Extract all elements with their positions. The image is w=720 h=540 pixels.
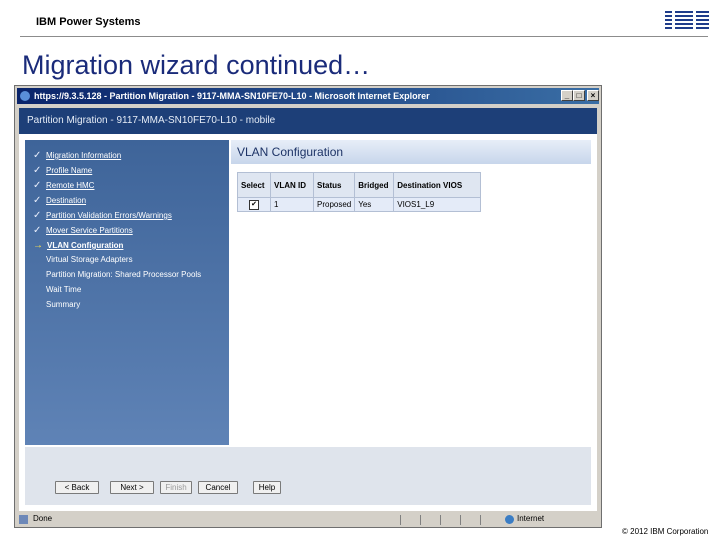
- current-step-arrow-icon: →: [33, 240, 43, 251]
- content-title-bar: VLAN Configuration: [231, 140, 591, 164]
- sidebar-step: → VLAN Configuration: [33, 240, 229, 254]
- sidebar-step-label: Migration Information: [46, 151, 122, 160]
- sidebar-step-label: Mover Service Partitions: [46, 226, 133, 235]
- sidebar-step-label: Virtual Storage Adapters: [46, 255, 133, 264]
- header-rule: [20, 36, 708, 37]
- sidebar-step[interactable]: ✓ Destination: [33, 195, 229, 209]
- slide-title: Migration wizard continued…: [22, 50, 371, 80]
- status-divider: [480, 515, 481, 525]
- content-title: VLAN Configuration: [237, 145, 344, 159]
- select-checkbox[interactable]: ✔: [249, 200, 259, 210]
- finish-button[interactable]: Finish: [160, 481, 192, 494]
- minimize-button[interactable]: _: [561, 90, 573, 101]
- sidebar-step[interactable]: ✓ Partition Validation Errors/Warnings: [33, 210, 229, 224]
- sidebar-step: Wait Time: [33, 285, 229, 299]
- sidebar-step: Summary: [33, 300, 229, 314]
- status-divider: [460, 515, 461, 525]
- sidebar-step[interactable]: ✓ Migration Information: [33, 150, 229, 164]
- slide-brand: IBM Power Systems: [36, 16, 141, 28]
- wizard-button-bar: < Back Next > Finish Cancel Help: [25, 447, 591, 505]
- close-button[interactable]: ×: [587, 90, 599, 101]
- ibm-logo-icon: [665, 10, 709, 30]
- internet-zone-icon: [505, 515, 514, 524]
- column-header-vlan-id[interactable]: VLAN ID: [270, 172, 314, 198]
- select-cell[interactable]: ✔: [237, 197, 271, 212]
- vlan-table: Select VLAN ID Status Bridged Destinatio…: [237, 172, 482, 212]
- sidebar-step-label: Wait Time: [46, 285, 82, 294]
- browser-titlebar[interactable]: https://9.3.5.128 - Partition Migration …: [17, 88, 599, 104]
- column-header-destination-vios[interactable]: Destination VIOS: [393, 172, 482, 198]
- check-icon: ✓: [33, 180, 42, 191]
- next-button[interactable]: Next >: [110, 481, 154, 494]
- sidebar-step: Virtual Storage Adapters: [33, 255, 229, 269]
- sidebar-step-label: Partition Migration: Shared Processor Po…: [46, 270, 202, 279]
- column-header-select[interactable]: Select: [237, 172, 271, 198]
- status-divider: [440, 515, 441, 525]
- bridged-cell: Yes: [354, 197, 395, 212]
- wizard-page: Partition Migration - 9117-MMA-SN10FE70-…: [19, 108, 597, 511]
- status-divider: [400, 515, 401, 525]
- sidebar-step-label: Destination: [46, 196, 87, 205]
- column-header-status[interactable]: Status: [312, 172, 356, 198]
- sidebar-step[interactable]: ✓ Remote HMC: [33, 180, 229, 194]
- check-icon: ✓: [33, 165, 42, 176]
- table-row[interactable]: ✔ 1 Proposed Yes VIOS1_L9: [237, 197, 482, 212]
- page-done-icon: [19, 515, 28, 524]
- vlan-table-header-row: Select VLAN ID Status Bridged Destinatio…: [237, 172, 482, 198]
- cancel-button[interactable]: Cancel: [198, 481, 238, 494]
- browser-title: https://9.3.5.128 - Partition Migration …: [34, 91, 430, 101]
- wizard-header: Partition Migration - 9117-MMA-SN10FE70-…: [19, 108, 597, 134]
- slide-copyright: © 2012 IBM Corporation: [622, 527, 709, 536]
- zone-text: Internet: [517, 514, 545, 523]
- status-divider: [420, 515, 421, 525]
- check-icon: ✓: [33, 210, 42, 221]
- internet-explorer-icon: [20, 91, 30, 101]
- sidebar-step-label: Summary: [46, 300, 81, 309]
- browser-window: https://9.3.5.128 - Partition Migration …: [14, 85, 602, 528]
- sidebar-step-label: Profile Name: [46, 166, 93, 175]
- wizard-content: VLAN Configuration Select VLAN ID Status…: [231, 140, 591, 445]
- sidebar-step[interactable]: ✓ Mover Service Partitions: [33, 225, 229, 239]
- sidebar-step: Partition Migration: Shared Processor Po…: [33, 270, 229, 284]
- maximize-button[interactable]: □: [573, 90, 585, 101]
- status-cell: Proposed: [312, 197, 356, 212]
- sidebar-step-label: VLAN Configuration: [47, 241, 124, 250]
- back-button[interactable]: < Back: [55, 481, 99, 494]
- wizard-header-title: Partition Migration - 9117-MMA-SN10FE70-…: [27, 115, 276, 126]
- destination-vios-cell: VIOS1_L9: [393, 197, 482, 212]
- sidebar-step-label: Partition Validation Errors/Warnings: [46, 211, 172, 220]
- vlan-id-cell: 1: [270, 197, 314, 212]
- status-text: Done: [33, 514, 53, 523]
- browser-statusbar: Done Internet: [17, 514, 599, 526]
- sidebar-step[interactable]: ✓ Profile Name: [33, 165, 229, 179]
- sidebar-step-label: Remote HMC: [46, 181, 95, 190]
- check-icon: ✓: [33, 195, 42, 206]
- check-icon: ✓: [33, 150, 42, 161]
- wizard-steps-sidebar: ✓ Migration Information ✓ Profile Name ✓ Remo…: [25, 140, 229, 445]
- check-icon: ✓: [33, 225, 42, 236]
- column-header-bridged[interactable]: Bridged: [354, 172, 395, 198]
- help-button[interactable]: Help: [253, 481, 281, 494]
